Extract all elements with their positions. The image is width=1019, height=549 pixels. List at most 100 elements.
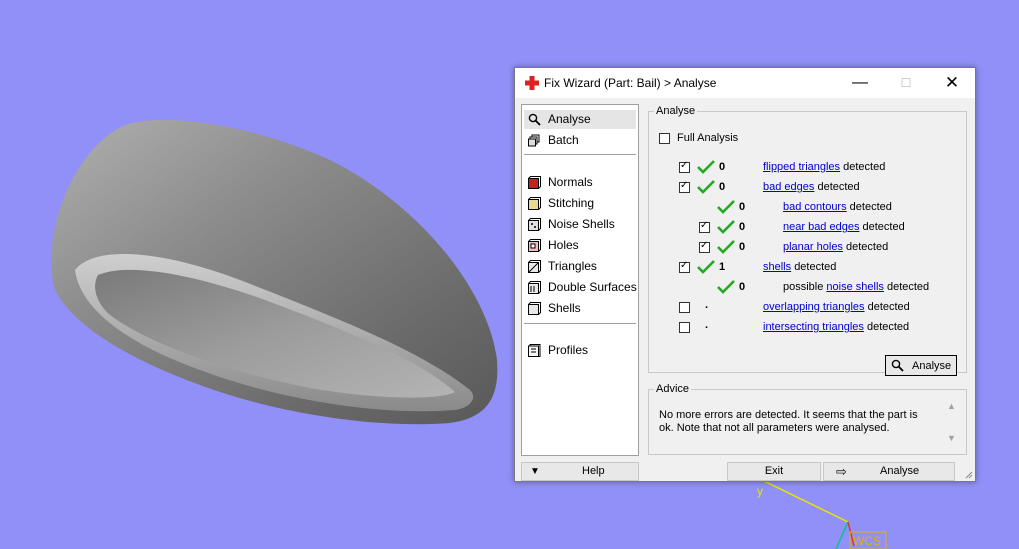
near-bad-edges-row: near bad edges detected	[783, 221, 905, 233]
sidebar-item-label: Batch	[548, 133, 579, 147]
analyse-button-label: Analyse	[912, 360, 952, 372]
sidebar-item-shells[interactable]: Shells	[524, 299, 636, 318]
full-analysis-label: Full Analysis	[677, 132, 739, 144]
shells-link[interactable]: shells	[763, 261, 791, 273]
next-analyse-button-label: Analyse	[880, 465, 920, 477]
bad-edges-checkbox[interactable]	[679, 180, 690, 193]
detected-text: detected	[817, 181, 860, 193]
overlapping-triangles-row: overlapping triangles detected	[763, 301, 910, 313]
exit-button[interactable]: Exit	[727, 462, 821, 481]
normals-cube-icon	[528, 176, 541, 189]
flipped-triangles-row: flipped triangles detected	[763, 161, 885, 173]
axis-y-label: y	[757, 484, 763, 498]
analyse-group: Analyse Full Analysis 0 flipped triangle…	[648, 105, 967, 376]
detected-text: detected	[867, 301, 910, 313]
red-cross-icon	[525, 76, 539, 90]
sidebar-item-triangles[interactable]: Triangles	[524, 257, 636, 276]
sidebar-divider	[524, 323, 636, 324]
detected-text: detected	[849, 201, 892, 213]
ok-check-icon	[697, 180, 715, 194]
planar-holes-count: 0	[739, 241, 746, 253]
noise-shells-count: 0	[739, 281, 746, 293]
stitching-cube-icon	[528, 197, 541, 210]
bad-edges-link[interactable]: bad edges	[763, 181, 814, 193]
sidebar-item-stitching[interactable]: Stitching	[524, 194, 636, 213]
detected-text: detected	[846, 241, 889, 253]
title-bar[interactable]: Fix Wizard (Part: Bail) > Analyse — ☐ ✕	[515, 68, 975, 98]
advice-text: No more errors are detected. It seems th…	[659, 409, 918, 434]
next-analyse-button[interactable]: ⇨ Analyse	[823, 462, 955, 481]
near-bad-edges-link[interactable]: near bad edges	[783, 221, 859, 233]
ok-check-icon	[717, 240, 735, 254]
exit-button-label: Exit	[764, 465, 784, 477]
ok-check-icon	[717, 200, 735, 214]
sidebar-item-batch[interactable]: Batch	[524, 131, 636, 150]
shells-count: 1	[719, 261, 726, 273]
noise-shells-row: possible noise shells detected	[783, 281, 929, 293]
intersecting-triangles-count: .	[705, 319, 709, 331]
profiles-icon	[528, 344, 541, 357]
ok-check-icon	[697, 260, 715, 274]
sidebar-divider	[524, 154, 636, 155]
bad-edges-count: 0	[719, 181, 726, 193]
intersecting-triangles-checkbox[interactable]	[679, 322, 690, 333]
advice-group: Advice No more errors are detected. It s…	[648, 383, 967, 455]
resize-grip-icon[interactable]	[963, 469, 973, 479]
sidebar-item-analyse[interactable]: Analyse	[524, 110, 636, 129]
overlapping-triangles-link[interactable]: overlapping triangles	[763, 301, 865, 313]
planar-holes-link[interactable]: planar holes	[783, 241, 843, 253]
detected-text: detected	[794, 261, 837, 273]
expand-down-icon: ▼	[530, 466, 540, 477]
scroll-up-icon[interactable]: ▲	[947, 401, 956, 411]
sidebar-item-noise-shells[interactable]: Noise Shells	[524, 215, 636, 234]
magnifier-icon	[891, 359, 904, 372]
detected-text: detected	[886, 281, 930, 293]
planar-holes-checkbox[interactable]	[699, 240, 710, 253]
sidebar-item-label: Shells	[548, 301, 581, 315]
shells-checkbox[interactable]	[679, 260, 690, 273]
help-button[interactable]: ▼ Help	[521, 462, 639, 481]
detected-text: detected	[843, 161, 886, 173]
bad-edges-row: bad edges detected	[763, 181, 860, 193]
full-analysis-checkbox[interactable]	[659, 133, 670, 144]
overlapping-triangles-count: .	[705, 299, 709, 311]
holes-cube-icon	[528, 239, 541, 252]
near-bad-edges-checkbox[interactable]	[699, 220, 710, 233]
minimize-button[interactable]: —	[837, 68, 883, 98]
bad-contours-count: 0	[739, 201, 746, 213]
bad-contours-row: bad contours detected	[783, 201, 892, 213]
bottom-bar: ▼ Help Exit ⇨ Analyse	[515, 460, 975, 481]
fix-wizard-dialog: Fix Wizard (Part: Bail) > Analyse — ☐ ✕ …	[514, 67, 976, 482]
analyse-group-label: Analyse	[656, 105, 696, 117]
ok-check-icon	[697, 160, 715, 174]
triangles-cube-icon	[528, 260, 541, 273]
sidebar-item-holes[interactable]: Holes	[524, 236, 636, 255]
window-title: Fix Wizard (Part: Bail) > Analyse	[544, 76, 717, 90]
flipped-triangles-link[interactable]: flipped triangles	[763, 161, 840, 173]
sidebar-item-label: Stitching	[548, 196, 595, 210]
sidebar-item-double-surfaces[interactable]: Double Surfaces	[524, 278, 637, 297]
scroll-down-icon[interactable]: ▼	[947, 433, 956, 443]
intersecting-triangles-row: intersecting triangles detected	[763, 321, 909, 333]
intersecting-triangles-link[interactable]: intersecting triangles	[763, 321, 864, 333]
wcs-label: WCS	[853, 534, 881, 548]
overlapping-triangles-checkbox[interactable]	[679, 302, 690, 313]
sidebar-item-label: Noise Shells	[548, 217, 615, 231]
sidebar-item-label: Profiles	[548, 343, 589, 357]
flipped-triangles-checkbox[interactable]	[679, 160, 690, 173]
advice-group-label: Advice	[656, 383, 690, 395]
sidebar-item-label: Double Surfaces	[548, 280, 637, 294]
dialog-body: Analyse Batch Normals Stitching Noise Sh…	[515, 98, 975, 481]
planar-holes-row: planar holes detected	[783, 241, 888, 253]
sidebar-item-normals[interactable]: Normals	[524, 173, 636, 192]
close-button[interactable]: ✕	[929, 68, 975, 98]
maximize-button[interactable]: ☐	[883, 68, 929, 98]
ok-check-icon	[717, 280, 735, 294]
analyse-button[interactable]: Analyse	[885, 355, 957, 376]
batch-icon	[528, 134, 540, 147]
detected-text: detected	[862, 221, 905, 233]
sidebar-item-profiles[interactable]: Profiles	[524, 341, 636, 360]
ok-check-icon	[717, 220, 735, 234]
noise-shells-link[interactable]: noise shells	[826, 281, 883, 293]
bad-contours-link[interactable]: bad contours	[783, 201, 847, 213]
